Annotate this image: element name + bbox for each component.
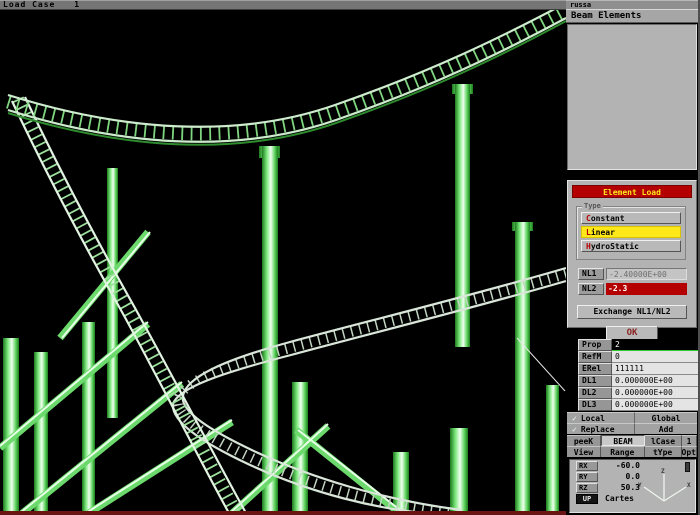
rz-button[interactable]: RZ [576, 483, 598, 493]
toggle-local[interactable]: ✓ Local [567, 412, 635, 423]
ry-button[interactable]: RY [576, 472, 598, 482]
nl2-label: NL2 [578, 283, 604, 295]
lcase-number-field[interactable]: 1 [682, 435, 697, 446]
menu-lcase[interactable]: lCase [645, 435, 682, 446]
erel-row: ERel 111111 [578, 363, 698, 375]
axis-x-label: X [687, 482, 691, 489]
exchange-nl1-nl2-button[interactable]: Exchange NL1/NL2 [577, 305, 687, 319]
dl2-row: DL2 0.000000E+00 [578, 387, 698, 399]
brace-members [0, 232, 400, 515]
erel-label[interactable]: ERel [578, 363, 612, 375]
axis-triad-icon: Z X Y [638, 467, 692, 509]
type-option-linear[interactable]: Linear [581, 226, 681, 238]
rx-button[interactable]: RX [576, 461, 598, 471]
ok-button[interactable]: OK [606, 326, 658, 340]
ry-value: 0.0 [598, 472, 640, 482]
erel-field[interactable]: 111111 [612, 363, 698, 375]
axis-z-label: Z [661, 468, 665, 475]
dl2-label[interactable]: DL2 [578, 387, 612, 399]
menu-type[interactable]: tYpe [645, 446, 682, 457]
toggle-add[interactable]: Add [635, 423, 697, 434]
load-case-number: 1 [74, 0, 79, 9]
nl1-field[interactable]: -2.40000E+00 [606, 268, 687, 280]
base-strip [0, 511, 566, 515]
dl3-row: DL3 0.000000E+00 [578, 399, 698, 411]
nl1-row: NL1 -2.40000E+00 [578, 268, 687, 280]
nl2-field[interactable]: -2.3 [606, 283, 687, 295]
refm-row: RefM 0 [578, 351, 698, 363]
menu-opt[interactable]: Opt [682, 446, 697, 457]
type-group: Type Constant Linear HydroStatic [576, 206, 686, 260]
toggle-rows: ✓ Local Global ✓ Replace Add [567, 412, 697, 434]
load-case-titlebar: Load Case 1 [0, 0, 566, 10]
model-viewport[interactable] [0, 0, 566, 515]
dl1-label[interactable]: DL1 [578, 375, 612, 387]
up-button[interactable]: UP [576, 494, 598, 504]
nl2-row: NL2 -2.3 [578, 283, 687, 295]
dl3-label[interactable]: DL3 [578, 399, 612, 411]
dl2-field[interactable]: 0.000000E+00 [612, 387, 698, 399]
dl1-row: DL1 0.000000E+00 [578, 375, 698, 387]
axis-y-label: Y [638, 482, 642, 489]
prop-row: Prop 2 [578, 339, 698, 351]
menu-rows: peeK BEAM lCase 1 View Range tYpe Opt [567, 435, 697, 457]
menu-peek[interactable]: peeK [567, 435, 601, 446]
track-lower [173, 268, 566, 515]
load-case-label: Load Case [3, 0, 55, 9]
track-upper [8, 3, 566, 145]
rx-value: -60.0 [598, 461, 640, 471]
dialog-title: Element Load [572, 185, 692, 198]
panel-corner-icon [685, 462, 690, 472]
prop-field[interactable]: 2 [612, 339, 698, 351]
control-panel: russa Beam Elements Element Load Type Co… [566, 0, 700, 515]
nl1-label: NL1 [578, 268, 604, 280]
menu-canvas[interactable] [567, 24, 697, 170]
element-load-dialog: Element Load Type Constant Linear HydroS… [567, 180, 697, 328]
refm-label[interactable]: RefM [578, 351, 612, 363]
panel-title: Beam Elements [566, 9, 698, 23]
view-rotation-panel: RX -60.0 RY 0.0 RZ 50.3 UP Cartes [569, 459, 696, 513]
toggle-local-label: Local [581, 414, 605, 423]
menu-view[interactable]: View [567, 446, 601, 457]
type-group-label: Type [582, 202, 603, 210]
menu-range[interactable]: Range [601, 446, 645, 457]
type-option-hydrostatic[interactable]: HydroStatic [581, 240, 681, 252]
rz-value: 50.3 [598, 483, 640, 493]
toggle-replace-label: Replace [581, 425, 615, 434]
beam-properties: Prop 2 RefM 0 ERel 111111 DL1 0.000000E+… [578, 339, 698, 411]
prop-label[interactable]: Prop [578, 339, 612, 351]
toggle-global[interactable]: Global [635, 412, 697, 423]
refm-field[interactable]: 0 [612, 351, 698, 363]
coord-system-toggle[interactable]: Cartes [605, 494, 634, 504]
toggle-replace[interactable]: ✓ Replace [567, 423, 635, 434]
dl1-field[interactable]: 0.000000E+00 [612, 375, 698, 387]
menu-beam[interactable]: BEAM [601, 435, 645, 446]
user-bar: russa [566, 0, 698, 9]
application-window: Load Case 1 russa Beam Elements Element … [0, 0, 700, 515]
dl3-field[interactable]: 0.000000E+00 [612, 399, 698, 411]
type-option-constant[interactable]: Constant [581, 212, 681, 224]
check-icon: ✓ [572, 425, 577, 434]
check-icon: ✓ [572, 414, 577, 423]
